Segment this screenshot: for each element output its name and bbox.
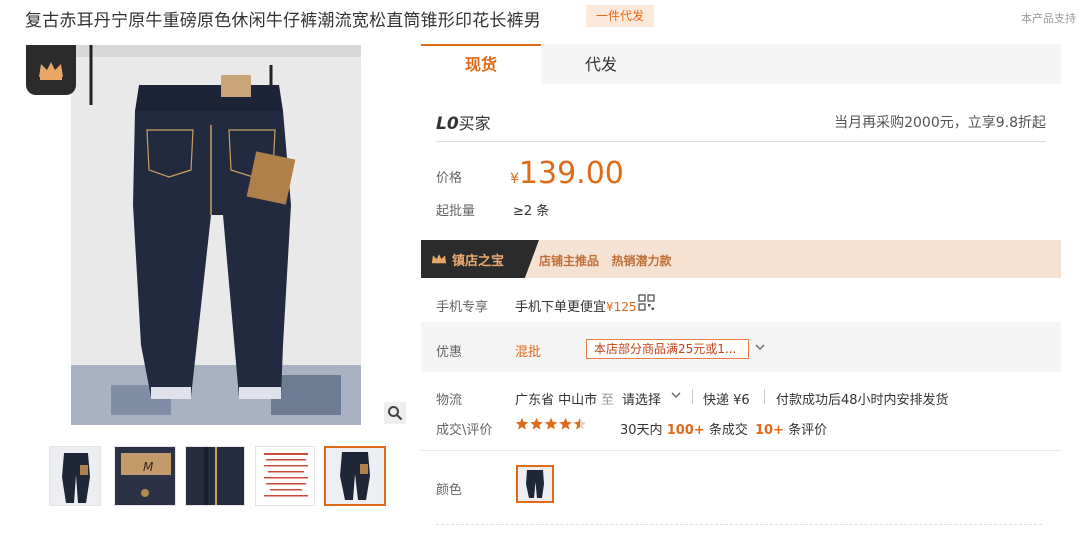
thumbnail-3[interactable]: [185, 446, 245, 506]
min-order-label: 起批量: [436, 204, 476, 219]
thumbnail-strip: M: [49, 446, 389, 506]
destination-select[interactable]: 请选择: [622, 389, 661, 408]
thumbnail-4[interactable]: [255, 446, 315, 506]
buyer-level-text: 买家: [458, 114, 491, 133]
separator: [692, 389, 693, 404]
dashed-divider: [436, 524, 1042, 525]
ship-to-label: 至: [601, 393, 615, 408]
crown-icon: [431, 254, 447, 264]
mobile-label: 手机专享: [436, 300, 489, 315]
chevron-down-icon[interactable]: [670, 389, 682, 404]
promo-kind: 混批: [515, 345, 542, 360]
divider: [421, 450, 1061, 451]
svg-text:M: M: [143, 460, 154, 474]
dropship-badge[interactable]: 一件代发: [586, 5, 654, 27]
currency-symbol: ¥: [510, 171, 519, 187]
thumbnail-5[interactable]: [324, 446, 386, 506]
logistics-label: 物流: [436, 393, 463, 408]
thumbnail-1[interactable]: [49, 446, 101, 506]
banner-text: 店铺主推品 热销潜力款: [539, 254, 672, 268]
purchase-tabs: 现货 代发: [421, 44, 1061, 84]
rating-stars: [515, 417, 587, 435]
price-label: 价格: [436, 171, 463, 186]
buyer-level-row: L0买家 当月再采购2000元，立享9.8折起: [436, 108, 1046, 142]
review-count[interactable]: 10+ 条评价: [755, 419, 827, 438]
jeans-image: [71, 45, 361, 425]
deal-suffix: 条成交: [708, 423, 748, 438]
color-label: 颜色: [436, 483, 463, 498]
price-amount: 139.00: [518, 156, 624, 191]
mobile-offer: 手机下单更便宜¥125: [515, 296, 637, 315]
chevron-down-icon[interactable]: [754, 341, 766, 356]
promo-label: 优惠: [436, 345, 463, 360]
product-title: 复古赤耳丹宁原牛重磅原色休闲牛仔裤潮流宽松直筒锥形印花长裤男: [25, 11, 541, 31]
tab-dropship[interactable]: 代发: [541, 44, 661, 84]
price-value: ¥139.00: [510, 156, 624, 191]
store-treasure-banner: 镇店之宝 店铺主推品 热销潜力款: [421, 240, 1061, 278]
buyer-level-mark: L0: [436, 114, 459, 134]
crown-icon: [26, 45, 76, 95]
review-count-value: 10+: [755, 423, 784, 438]
deal-prefix: 30天内: [620, 423, 663, 438]
min-order-value: ≥2 条: [513, 204, 550, 219]
buyer-level-logo: L0买家: [436, 110, 491, 134]
deal-count[interactable]: 30天内 100+ 条成交: [620, 419, 748, 438]
color-swatch[interactable]: [516, 465, 554, 503]
mobile-price: ¥125: [606, 300, 637, 314]
buyer-promo-text[interactable]: 当月再采购2000元，立享9.8折起: [834, 112, 1046, 132]
star-rating-icon: [515, 417, 587, 430]
main-product-image[interactable]: [71, 45, 361, 425]
tab-in-stock[interactable]: 现货: [421, 44, 541, 84]
mobile-offer-text: 手机下单更便宜: [515, 300, 607, 315]
banner-title: 镇店之宝: [452, 253, 505, 269]
qr-code-icon[interactable]: [638, 294, 655, 311]
deals-label: 成交\评价: [436, 423, 493, 438]
support-text: 本产品支持: [1021, 12, 1076, 25]
thumbnail-2[interactable]: M: [114, 446, 176, 506]
search-icon[interactable]: [384, 402, 406, 424]
shipping-note: 付款成功后48小时内安排发货: [776, 393, 949, 408]
coupon-tag[interactable]: 本店部分商品满25元或1...: [586, 339, 749, 359]
separator: [764, 389, 765, 404]
banner-badge: 镇店之宝: [421, 240, 539, 278]
deal-count-value: 100+: [666, 423, 705, 438]
express-fee: 快递 ¥6: [703, 393, 750, 408]
ship-from: 广东省 中山市: [515, 393, 598, 408]
review-suffix: 条评价: [788, 423, 828, 438]
